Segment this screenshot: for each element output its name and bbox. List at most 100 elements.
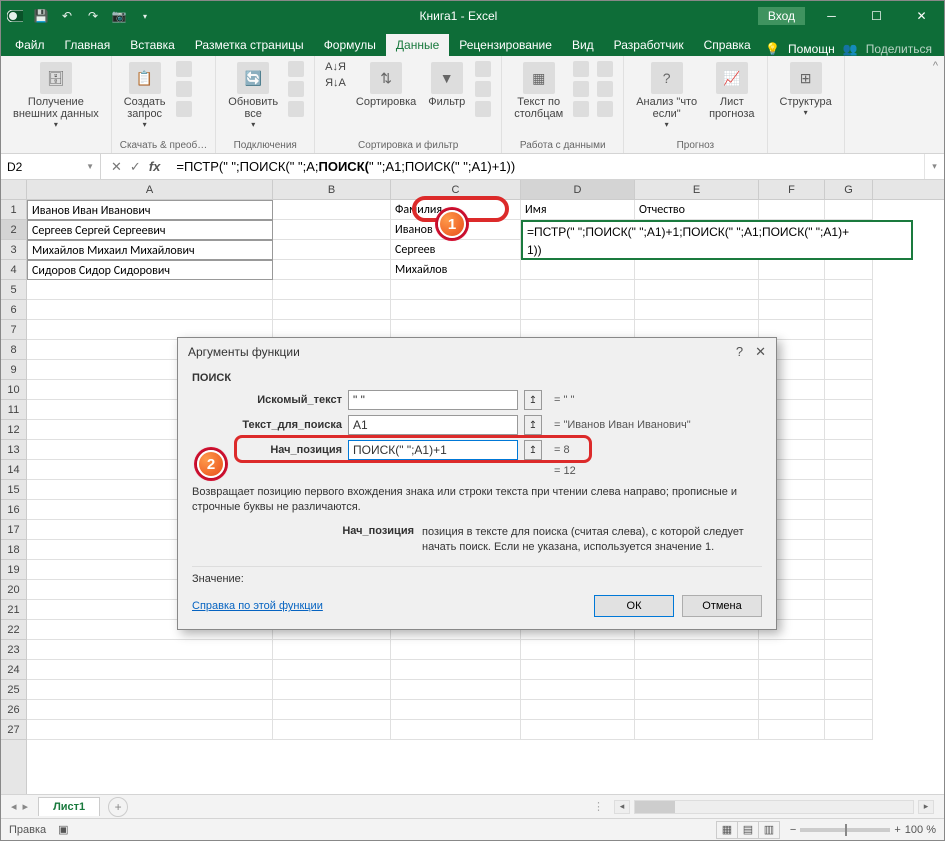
cell[interactable] xyxy=(635,260,759,280)
row-header-20[interactable]: 20 xyxy=(1,580,26,600)
remove-dup-button[interactable] xyxy=(571,80,591,98)
cell[interactable] xyxy=(635,680,759,700)
cell[interactable]: Сергеев Сергей Сергеевич xyxy=(27,220,273,240)
zoom-out-icon[interactable]: − xyxy=(790,824,796,836)
flash-fill-button[interactable] xyxy=(571,60,591,78)
cell[interactable] xyxy=(825,520,873,540)
cell[interactable]: =ПСТР(" ";ПОИСК(" ";А1)+1;ПОИСК(" ";А1;П… xyxy=(521,220,913,260)
cell[interactable] xyxy=(825,500,873,520)
row-header-13[interactable]: 13 xyxy=(1,440,26,460)
column-header-C[interactable]: C xyxy=(391,180,521,199)
cell[interactable] xyxy=(635,700,759,720)
reapply-button[interactable] xyxy=(473,80,493,98)
cell[interactable] xyxy=(759,260,825,280)
macro-record-icon[interactable]: ▣ xyxy=(58,823,68,836)
sort-desc-button[interactable]: Я↓А xyxy=(323,76,348,90)
connections-button[interactable] xyxy=(286,60,306,78)
cell[interactable] xyxy=(825,400,873,420)
cell[interactable] xyxy=(825,460,873,480)
cell[interactable] xyxy=(391,700,521,720)
row-header-27[interactable]: 27 xyxy=(1,720,26,740)
cell[interactable] xyxy=(521,280,635,300)
cell[interactable] xyxy=(825,540,873,560)
row-header-17[interactable]: 17 xyxy=(1,520,26,540)
sort-asc-button[interactable]: А↓Я xyxy=(323,60,348,74)
cell[interactable] xyxy=(635,660,759,680)
row-header-4[interactable]: 4 xyxy=(1,260,26,280)
cell[interactable] xyxy=(391,280,521,300)
page-layout-view-icon[interactable]: ▤ xyxy=(737,821,759,839)
arg1-input[interactable]: " " xyxy=(348,390,518,410)
column-header-A[interactable]: A xyxy=(27,180,273,199)
data-model-button[interactable] xyxy=(595,100,615,118)
text-to-columns-button[interactable]: ▦ Текст по столбцам xyxy=(510,60,567,122)
camera-icon[interactable]: 📷 xyxy=(111,8,127,24)
formula-bar[interactable]: =ПСТР(" ";ПОИСК(" ";А;ПОИСК(" ";А1;ПОИСК… xyxy=(170,159,924,175)
row-header-1[interactable]: 1 xyxy=(1,200,26,220)
cell[interactable]: Сидоров Сидор Сидорович xyxy=(27,260,273,280)
dialog-titlebar[interactable]: Аргументы функции ? ✕ xyxy=(178,338,776,366)
from-table-button[interactable] xyxy=(174,80,194,98)
cell[interactable] xyxy=(825,280,873,300)
enter-formula-icon[interactable]: ✓ xyxy=(130,159,141,175)
save-icon[interactable]: 💾 xyxy=(33,8,49,24)
column-header-D[interactable]: D xyxy=(521,180,635,199)
cell[interactable] xyxy=(521,680,635,700)
cell[interactable]: Сергеев xyxy=(391,240,521,260)
scrollbar-thumb[interactable] xyxy=(635,801,675,813)
cell[interactable] xyxy=(825,680,873,700)
row-header-3[interactable]: 3 xyxy=(1,240,26,260)
cell[interactable] xyxy=(273,220,391,240)
sheet-nav-first-icon[interactable]: ◂ xyxy=(11,800,17,813)
cell[interactable] xyxy=(521,640,635,660)
tab-review[interactable]: Рецензирование xyxy=(449,34,562,56)
cell[interactable] xyxy=(27,720,273,740)
properties-button[interactable] xyxy=(286,80,306,98)
cell[interactable] xyxy=(27,640,273,660)
expand-formula-bar-icon[interactable]: ▾ xyxy=(924,154,944,179)
cell[interactable] xyxy=(825,440,873,460)
cell[interactable] xyxy=(759,700,825,720)
normal-view-icon[interactable]: ▦ xyxy=(716,821,738,839)
new-sheet-button[interactable]: + xyxy=(108,797,128,817)
row-header-18[interactable]: 18 xyxy=(1,540,26,560)
row-header-24[interactable]: 24 xyxy=(1,660,26,680)
qat-dropdown-icon[interactable]: ▾ xyxy=(137,8,153,24)
row-header-5[interactable]: 5 xyxy=(1,280,26,300)
cell[interactable]: Имя xyxy=(521,200,635,220)
consolidate-button[interactable] xyxy=(595,60,615,78)
tab-file[interactable]: Файл xyxy=(5,34,55,56)
cell[interactable] xyxy=(273,640,391,660)
cell[interactable] xyxy=(759,720,825,740)
cell[interactable] xyxy=(759,280,825,300)
help-icon[interactable]: ? xyxy=(736,344,743,360)
tab-view[interactable]: Вид xyxy=(562,34,604,56)
tab-formulas[interactable]: Формулы xyxy=(314,34,386,56)
zoom-level[interactable]: 100 % xyxy=(905,824,936,836)
redo-icon[interactable]: ↷ xyxy=(85,8,101,24)
arg2-range-selector-icon[interactable]: ↥ xyxy=(524,415,542,435)
cell[interactable] xyxy=(391,680,521,700)
sheet-tab-1[interactable]: Лист1 xyxy=(38,797,100,816)
cell[interactable] xyxy=(391,640,521,660)
cell[interactable] xyxy=(273,700,391,720)
close-icon[interactable]: ✕ xyxy=(755,344,766,360)
cell[interactable] xyxy=(273,280,391,300)
scroll-left-icon[interactable]: ◂ xyxy=(614,800,630,814)
name-box[interactable]: D2 ▼ xyxy=(1,154,101,179)
cell[interactable] xyxy=(27,660,273,680)
cell[interactable] xyxy=(825,640,873,660)
filter-button[interactable]: ▼ Фильтр xyxy=(424,60,469,110)
row-header-6[interactable]: 6 xyxy=(1,300,26,320)
close-button[interactable]: ✕ xyxy=(899,1,944,31)
cell[interactable] xyxy=(825,260,873,280)
recent-sources-button[interactable] xyxy=(174,100,194,118)
cell[interactable]: Отчество xyxy=(635,200,759,220)
cell[interactable] xyxy=(521,660,635,680)
cell[interactable] xyxy=(825,300,873,320)
cell[interactable]: Михайлов Михаил Михайлович xyxy=(27,240,273,260)
share-button[interactable]: Поделиться xyxy=(866,42,932,56)
row-header-23[interactable]: 23 xyxy=(1,640,26,660)
cell[interactable] xyxy=(521,300,635,320)
cell[interactable] xyxy=(521,700,635,720)
